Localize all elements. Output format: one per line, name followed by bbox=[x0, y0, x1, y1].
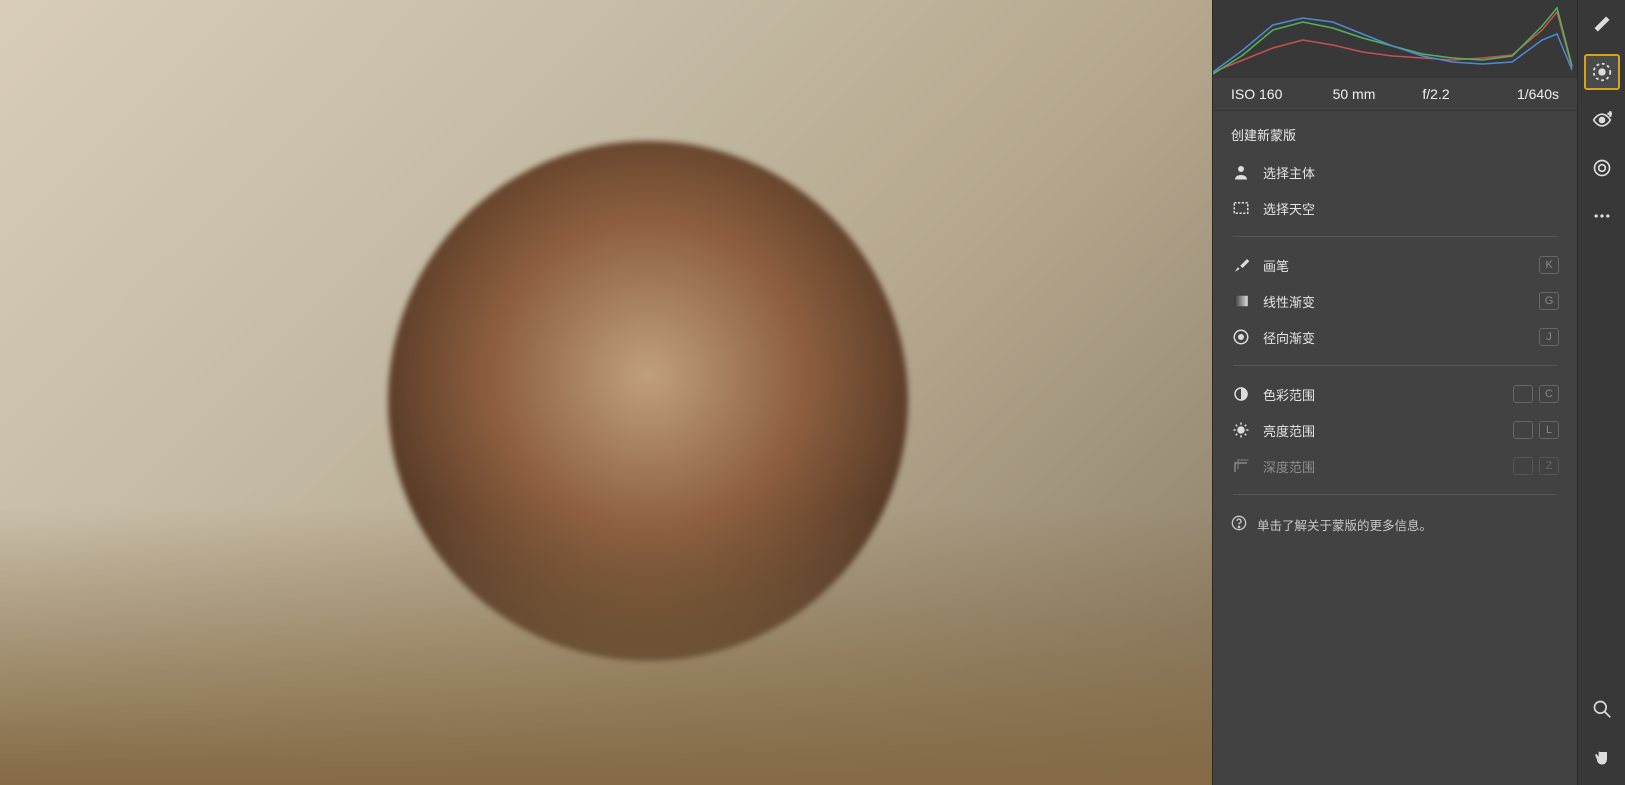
select-sky-label: 选择天空 bbox=[1263, 199, 1315, 218]
depth-icon bbox=[1231, 456, 1251, 476]
brush-icon bbox=[1231, 255, 1251, 275]
brush-label: 画笔 bbox=[1263, 256, 1289, 275]
select-subject-button[interactable]: 选择主体 bbox=[1225, 154, 1565, 190]
help-icon bbox=[1231, 515, 1247, 534]
help-link[interactable]: 单击了解关于蒙版的更多信息。 bbox=[1213, 505, 1577, 544]
exif-aperture: f/2.2 bbox=[1395, 86, 1477, 102]
more-tool-button[interactable] bbox=[1584, 198, 1620, 234]
select-subject-label: 选择主体 bbox=[1263, 163, 1315, 182]
create-new-mask-title: 创建新蒙版 bbox=[1213, 111, 1577, 154]
brush-button[interactable]: 画笔 K bbox=[1225, 247, 1565, 283]
depth-alt-shortcut bbox=[1513, 457, 1533, 475]
zoom-tool-button[interactable] bbox=[1584, 691, 1620, 727]
luminance-range-button[interactable]: 亮度范围 L bbox=[1225, 412, 1565, 448]
radial-shortcut: J bbox=[1539, 328, 1559, 346]
exif-iso: ISO 160 bbox=[1231, 86, 1313, 102]
linear-gradient-icon bbox=[1231, 291, 1251, 311]
color-alt-shortcut bbox=[1513, 385, 1533, 403]
person-icon bbox=[1231, 162, 1251, 182]
redeye-tool-button[interactable]: + bbox=[1584, 102, 1620, 138]
histogram[interactable] bbox=[1213, 0, 1577, 78]
lum-alt-shortcut bbox=[1513, 421, 1533, 439]
luminance-icon bbox=[1231, 420, 1251, 440]
help-text: 单击了解关于蒙版的更多信息。 bbox=[1257, 515, 1432, 534]
exif-focal: 50 mm bbox=[1313, 86, 1395, 102]
svg-text:+: + bbox=[1607, 110, 1611, 119]
color-range-label: 色彩范围 bbox=[1263, 385, 1315, 404]
linear-shortcut: G bbox=[1539, 292, 1559, 310]
depth-range-button[interactable]: 深度范围 Z bbox=[1225, 448, 1565, 484]
image-canvas[interactable] bbox=[0, 0, 1212, 785]
brush-shortcut: K bbox=[1539, 256, 1559, 274]
masking-panel: ISO 160 50 mm f/2.2 1/640s 创建新蒙版 选择主体 选择… bbox=[1212, 0, 1577, 785]
lum-shortcut: L bbox=[1539, 421, 1559, 439]
color-range-button[interactable]: 色彩范围 C bbox=[1225, 376, 1565, 412]
radial-gradient-label: 径向渐变 bbox=[1263, 328, 1315, 347]
exif-row: ISO 160 50 mm f/2.2 1/640s bbox=[1213, 78, 1577, 111]
right-toolstrip: + bbox=[1577, 0, 1625, 785]
color-shortcut: C bbox=[1539, 385, 1559, 403]
depth-range-label: 深度范围 bbox=[1263, 457, 1315, 476]
radial-gradient-button[interactable]: 径向渐变 J bbox=[1225, 319, 1565, 355]
linear-gradient-label: 线性渐变 bbox=[1263, 292, 1315, 311]
sky-icon bbox=[1231, 198, 1251, 218]
masking-tool-button[interactable] bbox=[1584, 54, 1620, 90]
edit-tool-button[interactable] bbox=[1584, 6, 1620, 42]
depth-shortcut: Z bbox=[1539, 457, 1559, 475]
luminance-range-label: 亮度范围 bbox=[1263, 421, 1315, 440]
linear-gradient-button[interactable]: 线性渐变 G bbox=[1225, 283, 1565, 319]
color-range-icon bbox=[1231, 384, 1251, 404]
exif-shutter: 1/640s bbox=[1477, 86, 1559, 102]
healing-tool-button[interactable] bbox=[1584, 150, 1620, 186]
hand-tool-button[interactable] bbox=[1584, 739, 1620, 775]
select-sky-button[interactable]: 选择天空 bbox=[1225, 190, 1565, 226]
radial-gradient-icon bbox=[1231, 327, 1251, 347]
